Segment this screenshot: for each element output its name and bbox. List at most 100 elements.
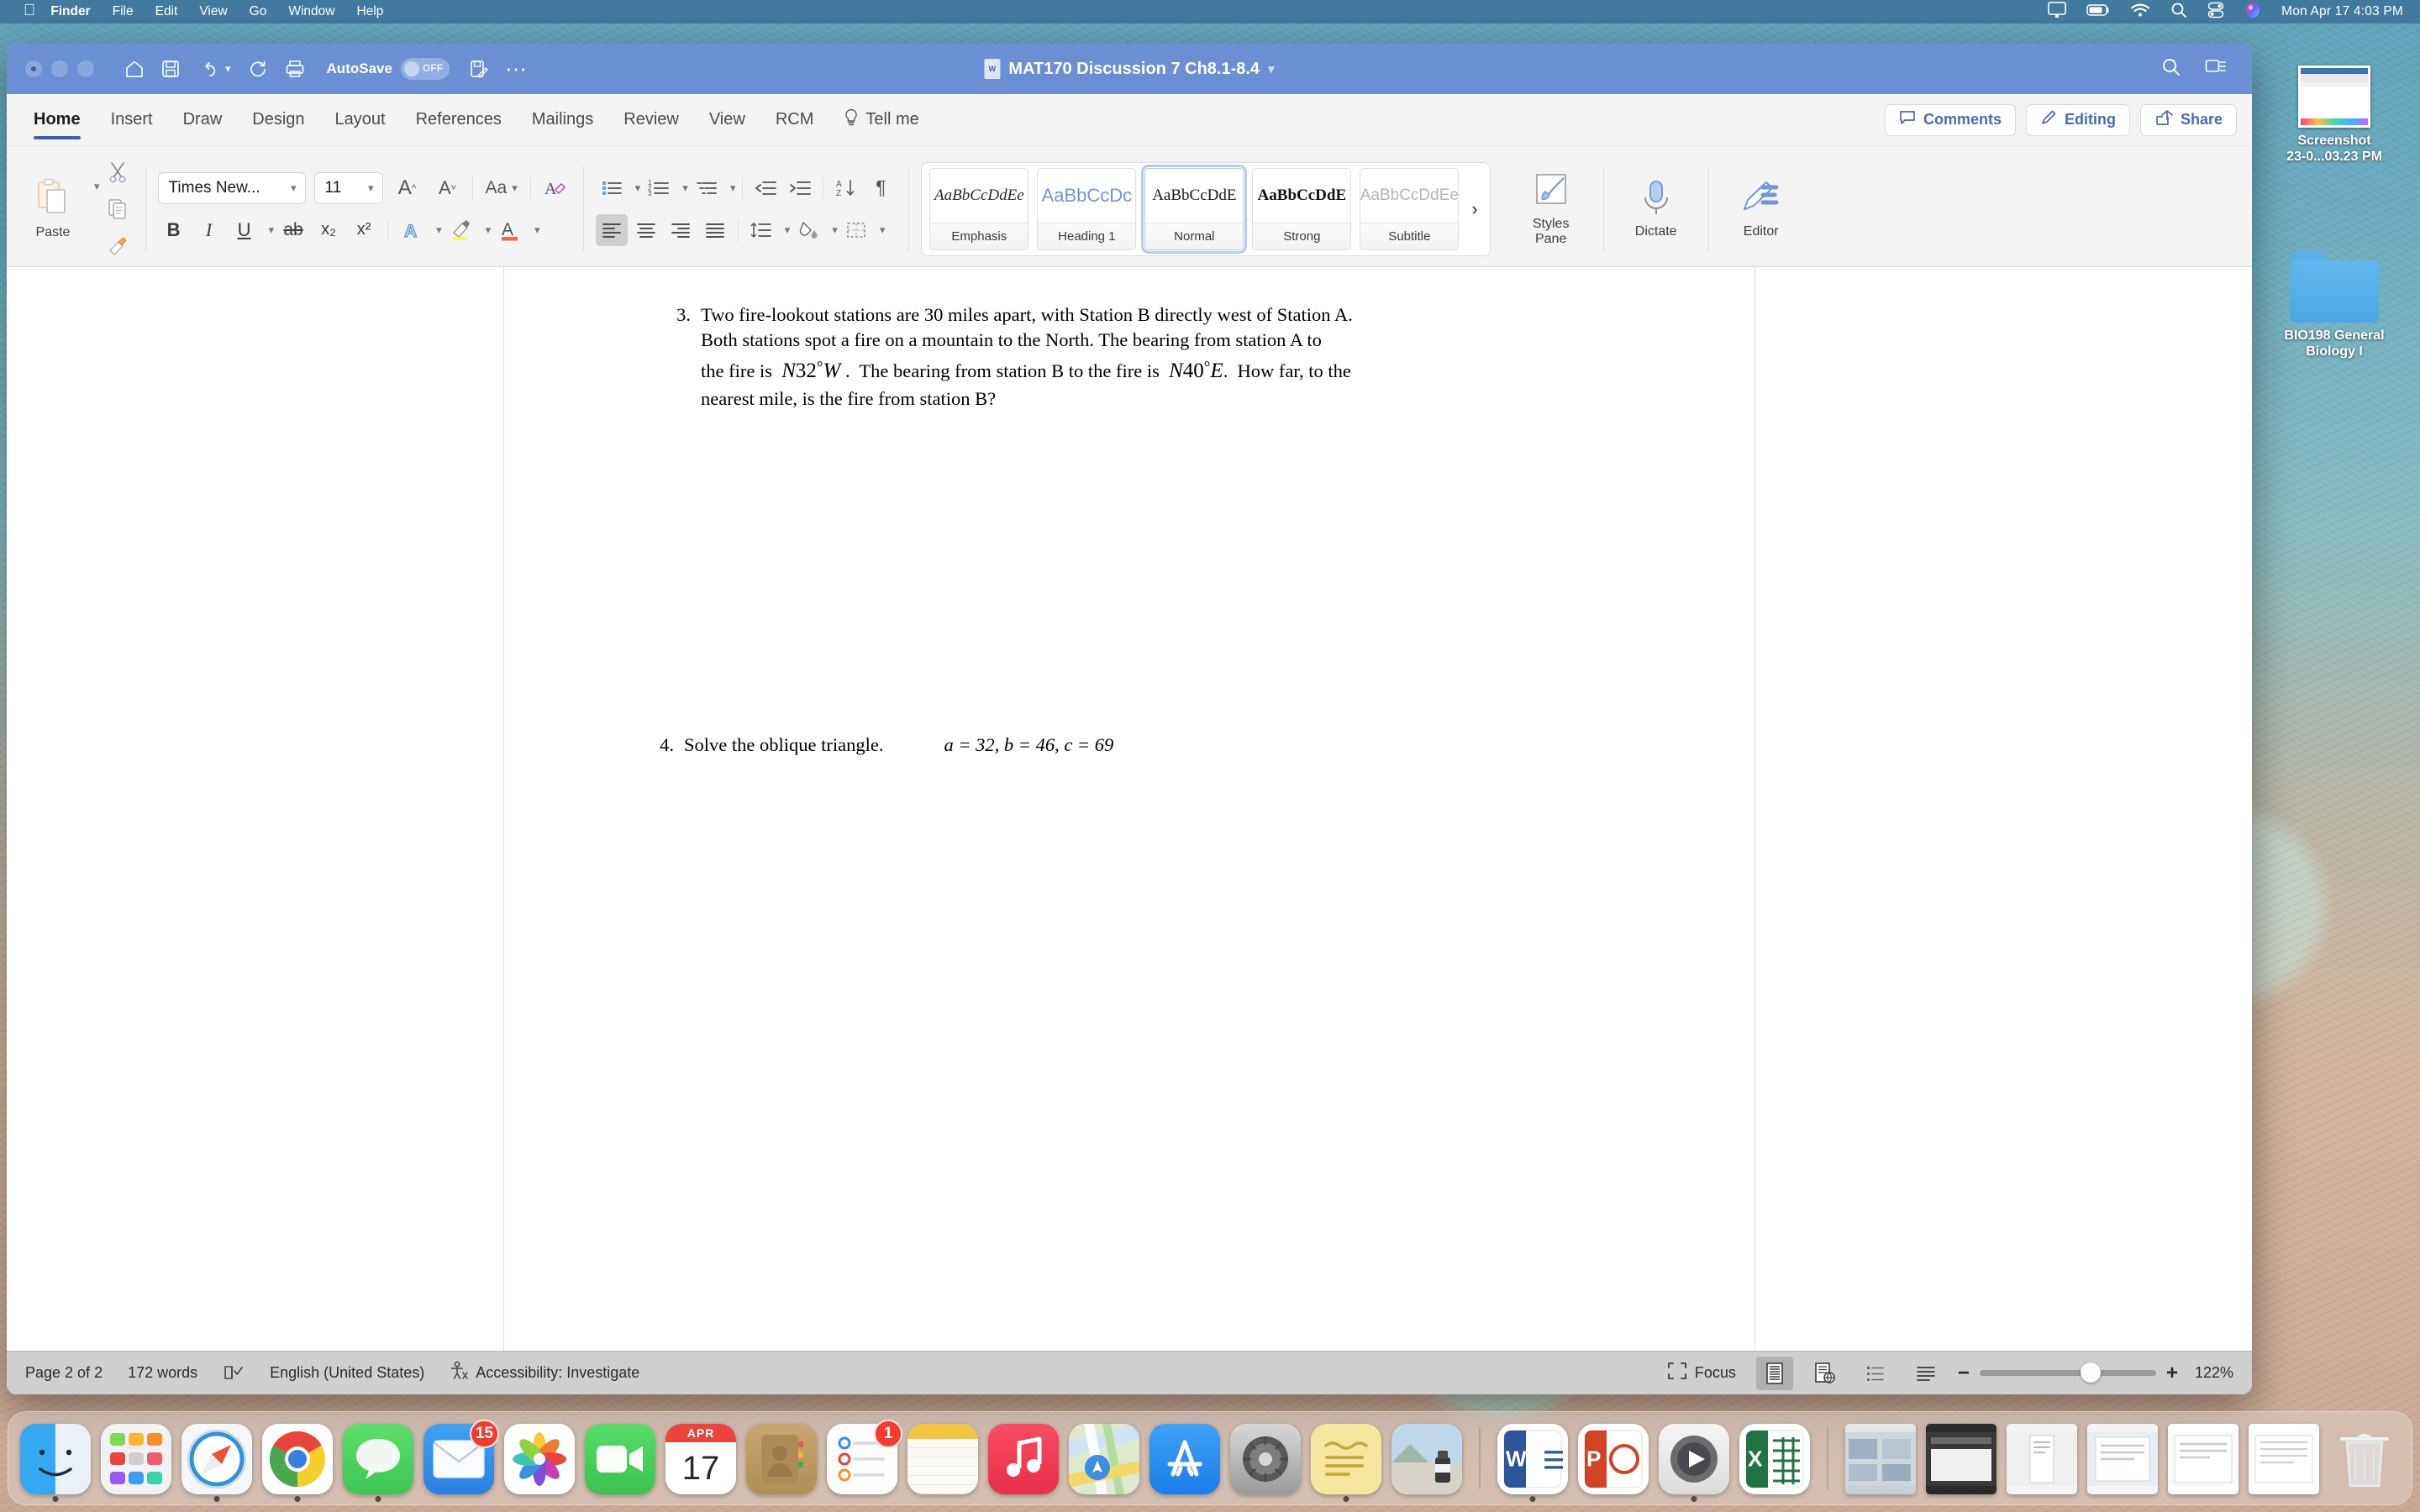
borders-dropdown-icon[interactable]: ▾ [880, 223, 886, 237]
desktop-icon-screenshot[interactable]: Screenshot 23-0...03.23 PM [2267, 66, 2402, 165]
menu-item-edit[interactable]: Edit [155, 4, 178, 19]
bold-button[interactable]: B [158, 214, 190, 246]
tab-home[interactable]: Home [18, 94, 96, 145]
menu-item-finder[interactable]: Finder [50, 4, 90, 19]
proofing-icon[interactable] [223, 1364, 245, 1383]
zoom-slider[interactable]: − + [1958, 1362, 2178, 1385]
superscript-button[interactable]: x² [348, 214, 380, 246]
sort-icon[interactable]: AZ [830, 172, 862, 204]
shrink-font-icon[interactable]: A ˅ [432, 172, 464, 204]
underline-dropdown-icon[interactable]: ▾ [269, 223, 275, 237]
menu-item-window[interactable]: Window [288, 4, 334, 19]
dock-item-notes[interactable] [908, 1424, 978, 1494]
align-left-icon[interactable] [595, 213, 628, 246]
search-icon[interactable] [2161, 57, 2181, 81]
save-as-icon[interactable] [470, 60, 488, 78]
paste-button[interactable]: Paste [17, 177, 89, 240]
ribbon-display-icon[interactable] [2205, 58, 2227, 81]
more-options-icon[interactable]: ⋯ [505, 58, 527, 80]
tab-review[interactable]: Review [608, 94, 694, 145]
font-family-select[interactable]: Times New... ▾ [157, 171, 306, 204]
shading-icon[interactable] [792, 214, 824, 246]
document-page[interactable]: 3. Two fire-lookout stations are 30 mile… [503, 267, 1755, 1351]
dock-item-safari[interactable] [182, 1424, 252, 1502]
tab-insert[interactable]: Insert [96, 94, 168, 145]
tab-view[interactable]: View [694, 94, 760, 145]
dock-item-app-store[interactable] [1150, 1424, 1220, 1494]
zoom-track[interactable] [1979, 1362, 2156, 1383]
line-spacing-dropdown-icon[interactable]: ▾ [785, 223, 791, 237]
menu-item-help[interactable]: Help [356, 4, 383, 19]
dock-item-powerpoint[interactable]: P [1578, 1424, 1649, 1494]
page-count[interactable]: Page 2 of 2 [25, 1364, 103, 1382]
font-color-dropdown-icon[interactable]: ▾ [534, 223, 540, 237]
style-heading-1[interactable]: AaBbCcDc Heading 1 [1037, 167, 1137, 250]
editor-button[interactable]: Editor [1721, 179, 1802, 239]
undo-icon[interactable] [197, 59, 218, 79]
apple-menu-icon[interactable]:  [24, 2, 35, 20]
dock-item-launchpad[interactable] [101, 1424, 171, 1494]
dock-item-contacts[interactable] [746, 1424, 817, 1494]
style-normal[interactable]: AaBbCcDdE Normal [1141, 164, 1248, 254]
borders-icon[interactable] [840, 214, 872, 246]
document-content[interactable]: 3. Two fire-lookout stations are 30 mile… [504, 267, 1754, 758]
dock-minimized-window-1[interactable] [1845, 1424, 1916, 1494]
zoom-knob[interactable] [2080, 1362, 2101, 1383]
tab-mailings[interactable]: Mailings [517, 94, 608, 145]
editing-button[interactable]: Editing [2025, 103, 2130, 136]
accessibility-status[interactable]: Accessibility: Investigate [450, 1361, 639, 1385]
copy-icon[interactable] [102, 193, 134, 225]
style-strong[interactable]: AaBbCcDdE Strong [1252, 167, 1352, 250]
dock-item-preview[interactable] [1392, 1424, 1462, 1494]
tab-draw[interactable]: Draw [168, 94, 238, 145]
dock-item-stickies[interactable] [1311, 1424, 1381, 1502]
zoom-level[interactable]: 122% [2195, 1364, 2233, 1382]
dock-minimized-window-5[interactable] [2168, 1424, 2238, 1494]
dock-minimized-window-4[interactable] [2087, 1424, 2158, 1494]
share-button[interactable]: Share [2139, 103, 2237, 136]
dock-item-mail[interactable]: 15 [424, 1420, 499, 1494]
numbering-dropdown-icon[interactable]: ▾ [682, 181, 688, 195]
title-dropdown-icon[interactable]: ▾ [1268, 61, 1275, 76]
print-layout-icon[interactable] [1755, 1356, 1793, 1390]
tab-layout[interactable]: Layout [320, 94, 401, 145]
autosave-toggle[interactable]: OFF [400, 58, 450, 80]
highlight-dropdown-icon[interactable]: ▾ [486, 223, 492, 237]
style-subtitle[interactable]: AaBbCcDdEe Subtitle [1360, 167, 1460, 250]
desktop-icon-folder-bio198[interactable]: BIO198 General Biology I [2267, 252, 2402, 360]
word-count[interactable]: 172 words [128, 1364, 197, 1382]
menu-item-file[interactable]: File [113, 4, 134, 19]
maximize-button[interactable] [77, 60, 94, 77]
menu-bar-clock[interactable]: Mon Apr 17 4:03 PM [2281, 4, 2403, 19]
bullet-list-icon[interactable] [596, 172, 628, 204]
multilevel-dropdown-icon[interactable]: ▾ [730, 181, 736, 195]
text-effects-dropdown-icon[interactable]: ▾ [436, 223, 442, 237]
wifi-icon[interactable] [2130, 3, 2150, 22]
justify-icon[interactable] [699, 214, 731, 246]
siri-icon[interactable] [2244, 2, 2261, 23]
bullet-dropdown-icon[interactable]: ▾ [635, 181, 641, 195]
search-icon[interactable] [2170, 2, 2187, 23]
tab-references[interactable]: References [401, 94, 517, 145]
dock-item-finder[interactable] [20, 1424, 91, 1502]
dock-item-system-preferences[interactable] [1230, 1424, 1301, 1494]
zoom-in-button[interactable]: + [2166, 1362, 2178, 1385]
dock-item-excel[interactable]: X [1739, 1424, 1810, 1494]
shading-dropdown-icon[interactable]: ▾ [832, 223, 838, 237]
dock-item-word[interactable]: W ▬▬ ▬▬ ▬▬ [1497, 1424, 1568, 1502]
close-button[interactable] [25, 60, 42, 77]
align-right-icon[interactable] [665, 214, 697, 246]
redo-icon[interactable] [248, 59, 268, 79]
battery-icon[interactable] [2086, 3, 2110, 21]
tell-me-search[interactable]: Tell me [829, 94, 934, 145]
minimize-button[interactable] [51, 60, 68, 77]
zoom-out-button[interactable]: − [1958, 1362, 1970, 1385]
print-icon[interactable] [285, 60, 305, 78]
style-emphasis[interactable]: AaBbCcDdEe Emphasis [929, 167, 1029, 250]
subscript-button[interactable]: x₂ [313, 214, 345, 246]
text-effects-icon[interactable]: A [396, 214, 428, 246]
outline-icon[interactable] [1857, 1357, 1894, 1390]
tab-rcm[interactable]: RCM [760, 94, 829, 145]
dock-item-messages[interactable] [343, 1424, 413, 1502]
dock-item-calendar[interactable]: APR 17 [666, 1424, 736, 1494]
